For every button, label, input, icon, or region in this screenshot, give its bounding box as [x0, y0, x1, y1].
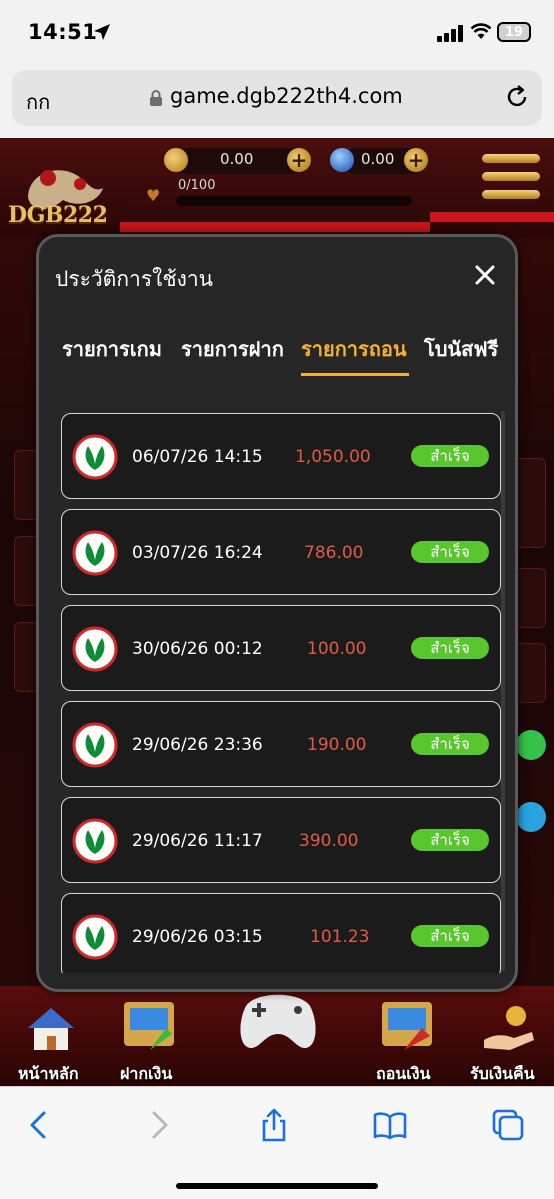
coin-balance: 0.00: [220, 150, 254, 168]
forward-icon[interactable]: [140, 1107, 176, 1143]
bookmarks-icon[interactable]: [372, 1107, 408, 1143]
nav-home-label[interactable]: หน้าหลัก: [18, 1062, 79, 1087]
deposit-atm-icon[interactable]: [120, 998, 178, 1054]
row-date: 29/06/26 11:17: [132, 831, 263, 851]
tabs-icon[interactable]: [490, 1107, 526, 1143]
list-item[interactable]: 03/07/26 16:24 786.00 สำเร็จ: [61, 509, 501, 595]
lock-icon: [150, 90, 162, 106]
active-tab-indicator: [301, 373, 409, 376]
row-date: 29/06/26 03:15: [132, 927, 263, 947]
kbank-logo-icon: [72, 530, 118, 576]
url-text[interactable]: game.dgb222th4.com: [170, 84, 403, 108]
browser-address-area: กก game.dgb222th4.com: [0, 64, 554, 138]
logo-text: DGB222: [8, 202, 108, 228]
history-modal: ประวัติการใช้งาน รายการเกม รายการฝาก ราย…: [36, 234, 518, 992]
status-bar: 14:51 19: [0, 0, 554, 64]
cashback-hand-icon[interactable]: [480, 1000, 538, 1056]
row-date: 03/07/26 16:24: [132, 543, 263, 563]
wifi-icon: [470, 23, 492, 39]
tab-game-history[interactable]: รายการเกม: [62, 333, 162, 365]
history-tabs: รายการเกม รายการฝาก รายการถอน โบนัสฟรี: [39, 333, 515, 381]
cellular-signal-icon: [437, 24, 465, 42]
heart-icon: ♥: [146, 186, 161, 205]
row-date: 29/06/26 23:36: [132, 735, 263, 755]
list-item[interactable]: 30/06/26 00:12 100.00 สำเร็จ: [61, 605, 501, 691]
list-item[interactable]: 29/06/26 11:17 390.00 สำเร็จ: [61, 797, 501, 883]
list-item[interactable]: 29/06/26 03:15 101.23 สำเร็จ: [61, 893, 501, 973]
tab-withdraw-history[interactable]: รายการถอน: [301, 333, 407, 365]
withdraw-atm-icon[interactable]: [378, 998, 436, 1054]
tab-free-bonus[interactable]: โบนัสฟรี: [424, 333, 498, 365]
status-time: 14:51: [28, 20, 98, 44]
kbank-logo-icon: [72, 722, 118, 768]
tab-deposit-history[interactable]: รายการฝาก: [181, 333, 284, 365]
status-badge: สำเร็จ: [411, 445, 489, 467]
house-icon[interactable]: [22, 1000, 80, 1056]
nav-cashback-label[interactable]: รับเงินคืน: [470, 1062, 535, 1087]
nav-withdraw-label[interactable]: ถอนเงิน: [376, 1062, 430, 1087]
status-badge: สำเร็จ: [411, 637, 489, 659]
gem-balance: 0.00: [361, 150, 395, 168]
coin-icon: [164, 148, 188, 172]
back-icon[interactable]: [22, 1107, 58, 1143]
battery-level: 19: [504, 25, 524, 40]
row-date: 30/06/26 00:12: [132, 639, 263, 659]
list-item[interactable]: 06/07/26 14:15 1,050.00 สำเร็จ: [61, 413, 501, 499]
gem-icon: [330, 148, 354, 172]
header-stripe-right: [430, 212, 554, 222]
withdraw-list: 06/07/26 14:15 1,050.00 สำเร็จ 03/07/26 …: [39, 413, 515, 973]
kbank-logo-icon: [72, 626, 118, 672]
row-amount: 390.00: [299, 831, 359, 851]
add-coin-button[interactable]: +: [287, 148, 311, 172]
kbank-logo-icon: [72, 914, 118, 960]
nav-deposit-label[interactable]: ฝากเงิน: [120, 1062, 172, 1087]
add-gem-button[interactable]: +: [404, 148, 428, 172]
row-amount: 786.00: [304, 543, 364, 563]
close-icon[interactable]: [473, 263, 497, 287]
row-amount: 190.00: [307, 735, 367, 755]
kbank-logo-icon: [72, 434, 118, 480]
row-amount: 100.00: [307, 639, 367, 659]
list-item[interactable]: 29/06/26 23:36 190.00 สำเร็จ: [61, 701, 501, 787]
row-amount: 101.23: [310, 927, 370, 947]
row-date: 06/07/26 14:15: [132, 447, 263, 467]
page: 14:51 19 กก game.dgb222th4.com DGB222 0.…: [0, 0, 554, 1199]
kbank-logo-icon: [72, 818, 118, 864]
home-indicator: [176, 1183, 378, 1189]
menu-icon[interactable]: [482, 154, 540, 200]
battery-icon: 19: [497, 22, 531, 42]
status-badge: สำเร็จ: [411, 925, 489, 947]
row-amount: 1,050.00: [295, 447, 371, 467]
telegram-icon[interactable]: [516, 802, 546, 832]
status-badge: สำเร็จ: [411, 733, 489, 755]
modal-title: ประวัติการใช้งาน: [55, 267, 214, 291]
address-bar[interactable]: กก game.dgb222th4.com: [12, 70, 542, 126]
location-arrow-icon: [94, 24, 110, 40]
game-controller-icon[interactable]: [236, 986, 320, 1056]
xp-bar: [176, 196, 412, 206]
xp-text: 0/100: [178, 178, 216, 193]
share-icon[interactable]: [256, 1107, 292, 1143]
status-badge: สำเร็จ: [411, 541, 489, 563]
status-badge: สำเร็จ: [411, 829, 489, 851]
header-stripe: [120, 222, 430, 232]
text-size-button[interactable]: กก: [26, 86, 50, 118]
line-chat-icon[interactable]: [516, 730, 546, 760]
browser-toolbar: [0, 1086, 554, 1199]
reload-icon[interactable]: [504, 84, 530, 110]
